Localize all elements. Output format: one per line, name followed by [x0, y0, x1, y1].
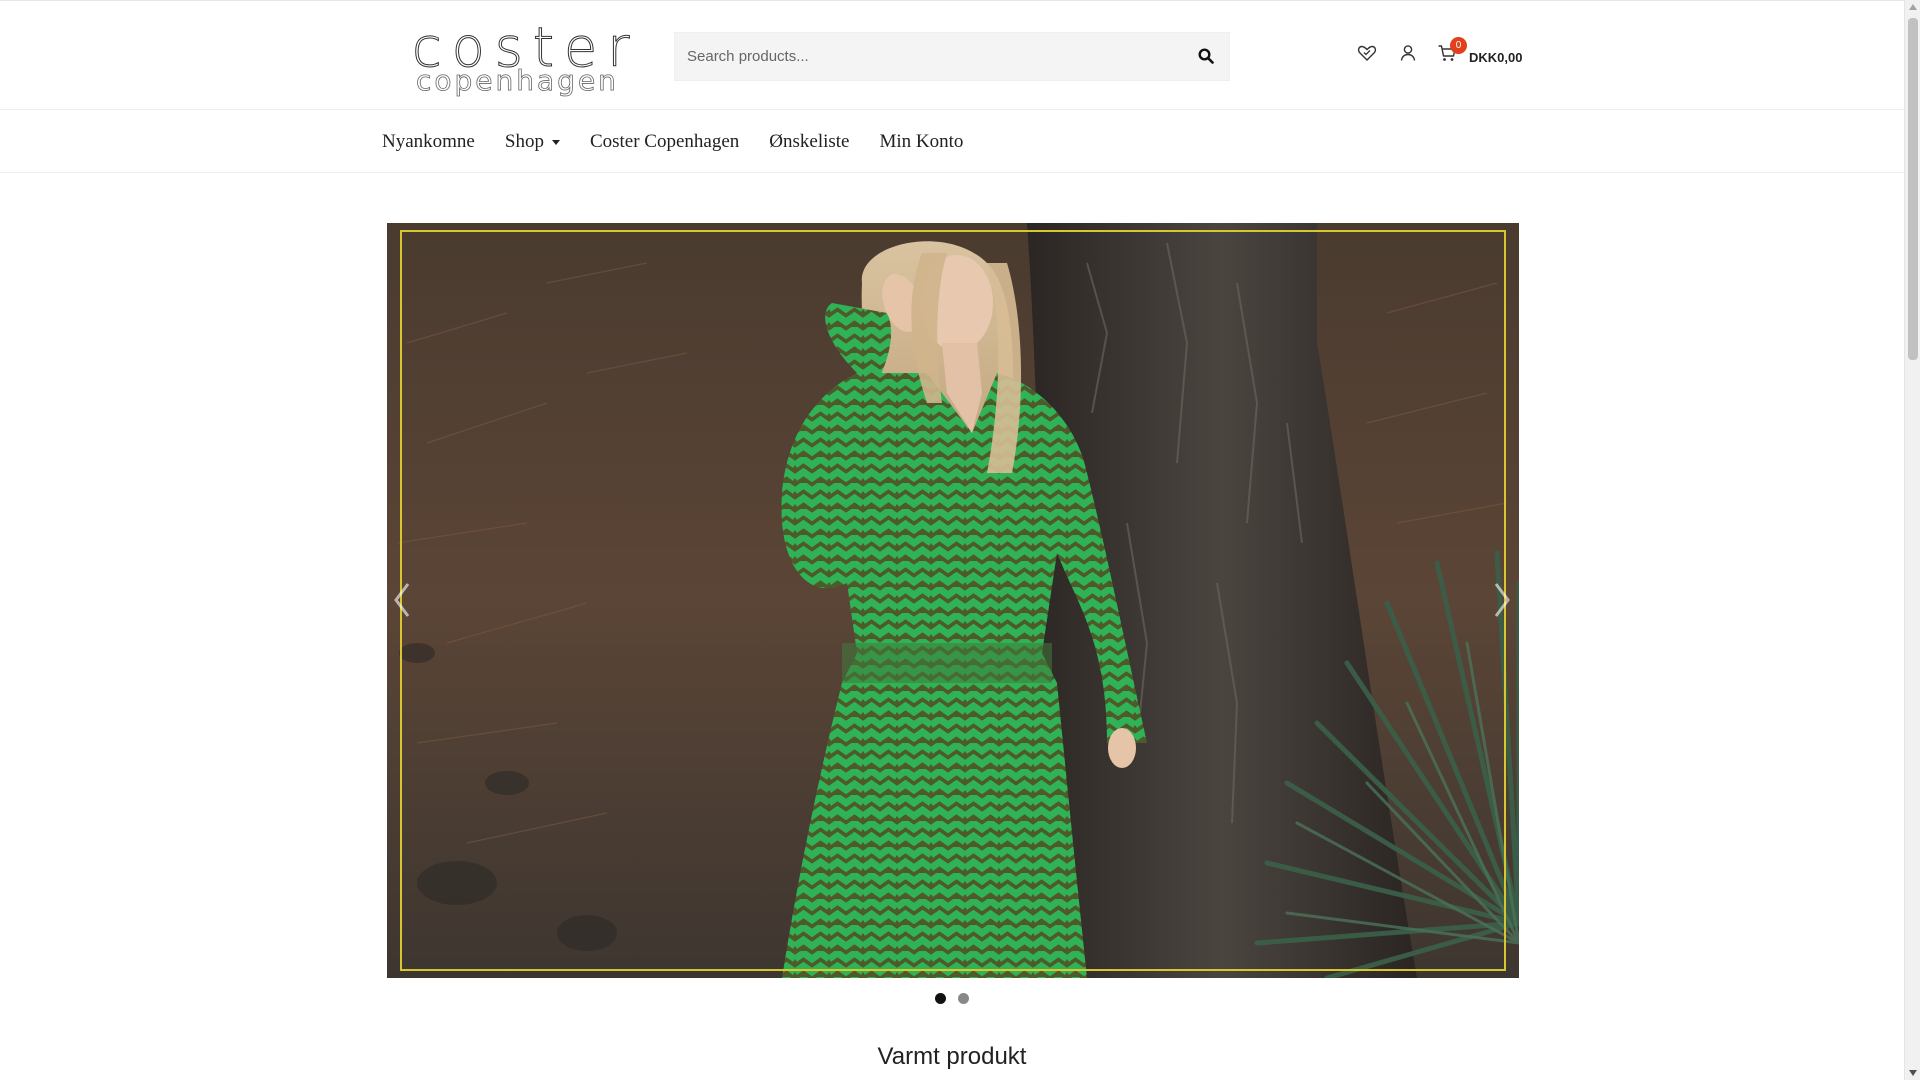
- nav-label: Ønskeliste: [769, 131, 850, 152]
- wishlist-button[interactable]: [1357, 43, 1379, 65]
- hero-image: [387, 223, 1519, 978]
- slider-prev-arrow-icon[interactable]: [390, 580, 414, 620]
- scroll-up-arrow-icon[interactable]: [1909, 4, 1917, 10]
- site-header: coster copenhagen 0 DKK0,00: [0, 0, 1904, 110]
- cart-total[interactable]: DKK0,00: [1469, 50, 1522, 65]
- nav-divider: [0, 172, 1904, 173]
- search-bar: [674, 32, 1230, 81]
- main-navigation: Nyankomne Shop Coster Copenhagen Ønskeli…: [382, 124, 993, 160]
- account-button[interactable]: [1398, 43, 1420, 65]
- logo-line-2: copenhagen: [416, 64, 619, 97]
- heart-icon: [1357, 45, 1377, 61]
- nav-item-nyankomne[interactable]: Nyankomne: [382, 131, 475, 153]
- page-scrollbar[interactable]: [1904, 0, 1920, 1080]
- coster-copenhagen-logo[interactable]: coster copenhagen: [411, 20, 629, 95]
- nav-label: Nyankomne: [382, 131, 475, 152]
- nav-item-shop[interactable]: Shop: [505, 131, 560, 153]
- slider-pagination: [935, 993, 969, 1004]
- slider-dot-1[interactable]: [935, 993, 946, 1004]
- nav-item-coster-copenhagen[interactable]: Coster Copenhagen: [590, 131, 739, 153]
- scroll-thumb[interactable]: [1908, 18, 1918, 360]
- search-button[interactable]: [1193, 43, 1219, 69]
- section-title: Varmt produkt: [877, 1043, 1027, 1070]
- nav-item-min-konto[interactable]: Min Konto: [880, 131, 964, 153]
- slider-dot-2[interactable]: [958, 993, 969, 1004]
- search-input[interactable]: [675, 33, 1175, 80]
- nav-label: Coster Copenhagen: [589, 131, 740, 152]
- nav-label: Min Konto: [879, 131, 964, 152]
- scroll-down-arrow-icon[interactable]: [1909, 1070, 1917, 1076]
- search-icon: [1198, 48, 1214, 64]
- nav-item-onskeliste[interactable]: Ønskeliste: [769, 131, 849, 153]
- hero-slider[interactable]: [387, 223, 1519, 978]
- caret-down-icon: [551, 139, 560, 145]
- nav-label: Shop: [504, 131, 544, 152]
- cart-count-badge: 0: [1450, 37, 1467, 54]
- user-icon: [1400, 45, 1416, 61]
- slider-next-arrow-icon[interactable]: [1490, 580, 1514, 620]
